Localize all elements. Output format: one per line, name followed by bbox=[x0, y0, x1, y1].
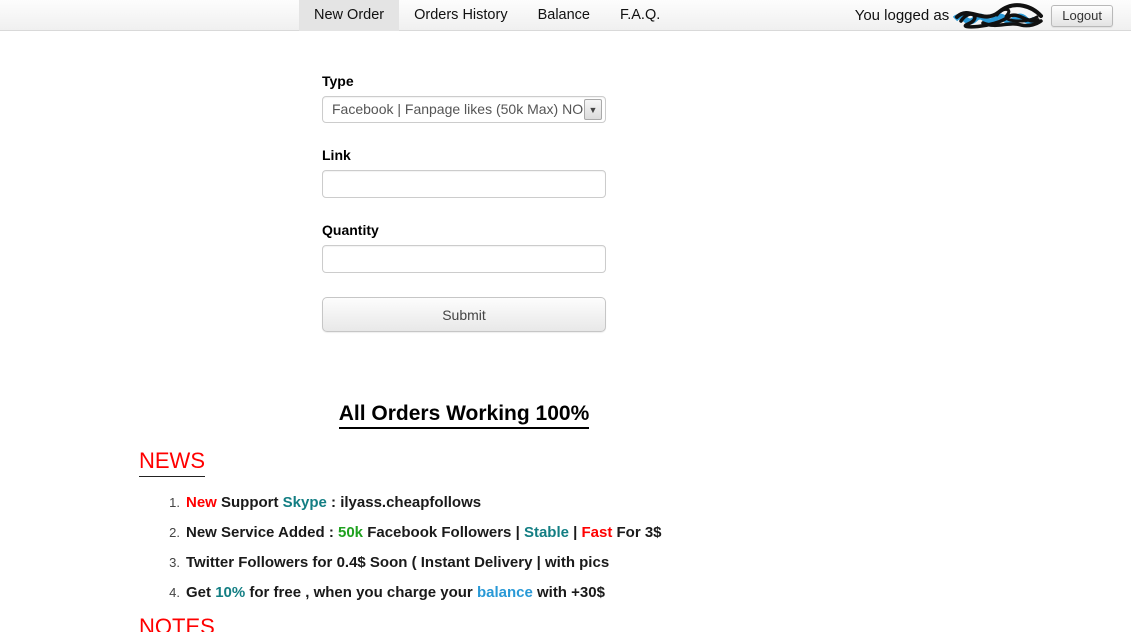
list-item: 1. New Support Skype : ilyass.cheapfollow… bbox=[163, 494, 928, 511]
announcement-title: All Orders Working 100% bbox=[0, 402, 928, 429]
text-segment: Skype bbox=[283, 494, 327, 511]
type-select-value: Facebook | Fanpage likes (50k Max) NO bbox=[332, 101, 583, 117]
quantity-label: Quantity bbox=[322, 222, 606, 238]
scribbled-username[interactable] bbox=[953, 3, 1045, 34]
type-select[interactable]: Facebook | Fanpage likes (50k Max) NO ▼ bbox=[322, 96, 606, 123]
list-number: 1. bbox=[163, 495, 180, 510]
notes-heading: NOTES bbox=[139, 614, 928, 632]
text-segment: New Service Added : bbox=[186, 524, 338, 541]
text-segment: Fast bbox=[582, 524, 613, 541]
link-label: Link bbox=[322, 147, 606, 163]
text-segment: Get bbox=[186, 584, 215, 601]
type-label: Type bbox=[322, 73, 606, 89]
news-heading: NEWS bbox=[139, 448, 928, 477]
text-segment: Twitter Followers for 0.4$ Soon ( Instan… bbox=[186, 554, 609, 571]
main-content: Type Facebook | Fanpage likes (50k Max) … bbox=[0, 73, 928, 632]
text-segment: | bbox=[569, 524, 582, 541]
balance-link[interactable]: balance bbox=[477, 584, 533, 601]
text-segment: : ilyass.cheapfollows bbox=[327, 494, 481, 511]
text-segment: Support bbox=[221, 494, 283, 511]
text-segment: Facebook Followers | bbox=[363, 524, 524, 541]
list-item-text: New Service Added : 50k Facebook Followe… bbox=[186, 524, 662, 541]
submit-button[interactable]: Submit bbox=[322, 297, 606, 332]
list-number: 4. bbox=[163, 585, 180, 600]
tab-faq[interactable]: F.A.Q. bbox=[605, 0, 675, 31]
list-item: 4. Get 10% for free , when you charge you… bbox=[163, 584, 928, 601]
list-number: 3. bbox=[163, 555, 180, 570]
logged-as-text: You logged as bbox=[855, 7, 950, 24]
tab-new-order[interactable]: New Order bbox=[299, 0, 399, 31]
text-segment: 10% bbox=[215, 584, 245, 601]
list-item-text: Get 10% for free , when you charge your … bbox=[186, 584, 605, 601]
top-navbar: New Order Orders History Balance F.A.Q. … bbox=[0, 0, 1131, 31]
list-item-text: New Support Skype : ilyass.cheapfollows bbox=[186, 494, 481, 511]
news-list: 1. New Support Skype : ilyass.cheapfollow… bbox=[163, 494, 928, 601]
list-item: 2. New Service Added : 50k Facebook Follo… bbox=[163, 524, 928, 541]
nav-tabs: New Order Orders History Balance F.A.Q. bbox=[299, 0, 675, 31]
logout-button[interactable]: Logout bbox=[1051, 5, 1113, 27]
quantity-input[interactable] bbox=[322, 245, 606, 273]
list-item-text: Twitter Followers for 0.4$ Soon ( Instan… bbox=[186, 554, 609, 571]
new-order-form: Type Facebook | Fanpage likes (50k Max) … bbox=[322, 73, 606, 332]
list-item: 3. Twitter Followers for 0.4$ Soon ( Inst… bbox=[163, 554, 928, 571]
list-number: 2. bbox=[163, 525, 180, 540]
text-segment: with +30$ bbox=[533, 584, 605, 601]
link-input[interactable] bbox=[322, 170, 606, 198]
text-segment: Stable bbox=[524, 524, 569, 541]
chevron-down-icon: ▼ bbox=[584, 99, 602, 120]
text-segment: 50k bbox=[338, 524, 363, 541]
tab-orders-history[interactable]: Orders History bbox=[399, 0, 522, 31]
text-segment: For 3$ bbox=[612, 524, 661, 541]
text-segment: New bbox=[186, 494, 221, 511]
text-segment: for free , when you charge your bbox=[245, 584, 477, 601]
nav-right-group: You logged as Logout bbox=[855, 0, 1113, 31]
tab-balance[interactable]: Balance bbox=[523, 0, 605, 31]
